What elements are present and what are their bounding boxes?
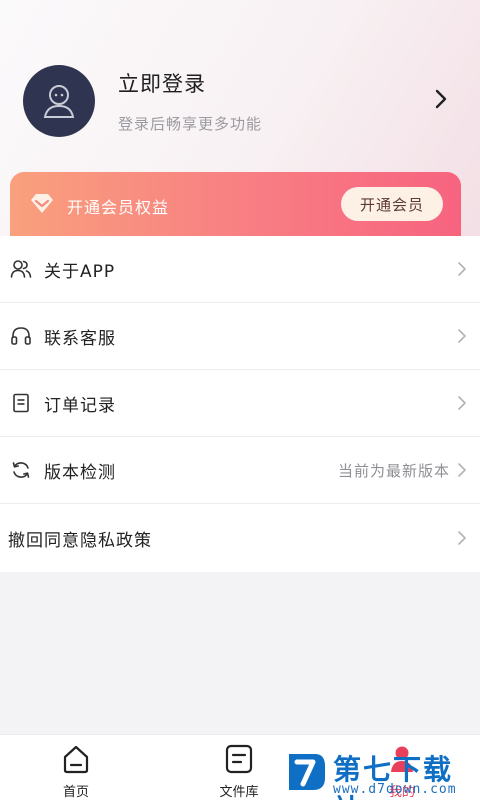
tab-home[interactable]: 首页 [36,743,116,800]
tab-label: 文件库 [219,785,259,800]
menu-label: 版本检测 [44,462,116,483]
menu-item-revoke-privacy[interactable]: 撤回同意隐私政策 [0,504,480,572]
version-status: 当前为最新版本 [337,461,450,480]
tab-label: 首页 [62,785,89,800]
tab-file-library[interactable]: 文件库 [199,743,279,800]
vip-banner[interactable]: 开通会员权益 开通会员 [10,172,461,240]
login-title[interactable]: 立即登录 [118,68,206,98]
watermark: 第七下载站 www.d7down.com [285,748,475,800]
menu-item-orders[interactable]: 订单记录 [0,370,480,437]
menu-label: 联系客服 [44,328,116,349]
chevron-right-icon [458,329,466,343]
chevron-right-icon[interactable] [430,86,452,112]
d7down-logo-icon [289,754,325,790]
user-avatar-icon [43,85,75,118]
menu-label: 订单记录 [44,395,116,416]
menu-item-version-check[interactable]: 版本检测 当前为最新版本 [0,437,480,504]
chevron-right-icon [458,531,466,545]
watermark-url: www.d7down.com [333,782,457,797]
diamond-icon [31,194,53,213]
avatar[interactable] [23,65,95,137]
menu-item-about[interactable]: 关于APP [0,236,480,303]
chevron-right-icon [458,262,466,276]
chevron-right-icon [458,463,466,477]
chevron-right-icon [458,396,466,410]
users-icon [10,260,32,278]
file-library-icon [225,744,253,774]
login-subtitle: 登录后畅享更多功能 [118,115,263,133]
menu-label: 关于APP [44,261,116,282]
menu-label: 撤回同意隐私政策 [8,530,152,551]
settings-menu: 关于APP 联系客服 订单记录 版本检测 当前为最新版本 撤回同意隐私政策 [0,236,480,572]
menu-item-customer-service[interactable]: 联系客服 [0,303,480,370]
refresh-icon [12,462,30,478]
home-icon [63,745,89,774]
headset-icon [11,327,31,345]
document-icon [13,393,29,413]
vip-label: 开通会员权益 [67,198,170,217]
open-vip-button[interactable]: 开通会员 [341,187,443,221]
